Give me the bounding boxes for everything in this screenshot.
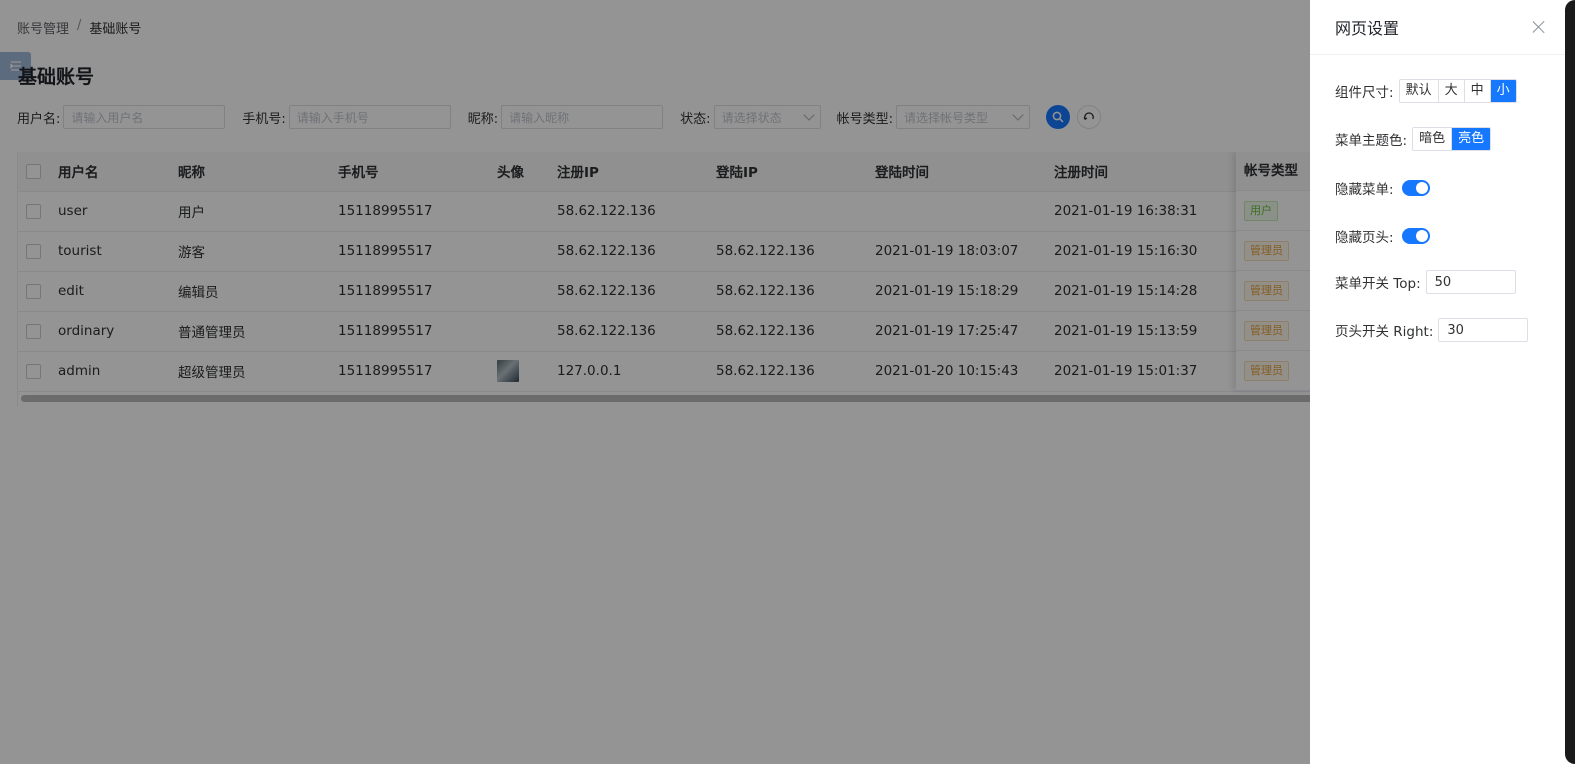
header-switch-right-input[interactable]: 30 <box>1438 318 1529 342</box>
size-option-medium[interactable]: 中 <box>1465 80 1491 102</box>
drawer-title: 网页设置 <box>1335 19 1400 38</box>
drawer-mask[interactable] <box>0 0 1310 764</box>
theme-option-light[interactable]: 亮色 <box>1452 128 1491 150</box>
menu-theme-segmented: 暗色 亮色 <box>1412 127 1492 151</box>
size-option-large[interactable]: 大 <box>1439 80 1465 102</box>
header-switch-right-label: 页头开关 Right: <box>1335 324 1434 340</box>
setting-component-size: 组件尺寸: 默认 大 中 小 <box>1335 79 1517 103</box>
hide-menu-label: 隐藏菜单: <box>1335 182 1394 198</box>
window-edge <box>1565 0 1575 764</box>
setting-menu-theme: 菜单主题色: 暗色 亮色 <box>1335 127 1492 151</box>
setting-hide-header: 隐藏页头: <box>1335 226 1430 246</box>
close-icon[interactable] <box>1531 19 1547 35</box>
menu-switch-top-label: 菜单开关 Top: <box>1335 276 1421 292</box>
hide-header-label: 隐藏页头: <box>1335 230 1394 246</box>
hide-header-switch[interactable] <box>1401 228 1430 244</box>
drawer-header: 网页设置 <box>1310 0 1565 55</box>
settings-drawer: 网页设置 组件尺寸: 默认 大 中 小 菜单主题色: 暗色 亮色 隐藏菜单: 隐… <box>1310 0 1565 764</box>
menu-theme-label: 菜单主题色: <box>1335 133 1408 149</box>
menu-switch-top-value: 50 <box>1434 274 1452 290</box>
component-size-label: 组件尺寸: <box>1335 85 1394 101</box>
size-option-small[interactable]: 小 <box>1490 80 1516 102</box>
menu-switch-top-input[interactable]: 50 <box>1425 270 1516 294</box>
hide-menu-switch[interactable] <box>1401 180 1430 196</box>
setting-menu-switch-top: 菜单开关 Top: 50 <box>1335 270 1516 294</box>
theme-option-dark[interactable]: 暗色 <box>1413 128 1453 150</box>
setting-header-switch-right: 页头开关 Right: 30 <box>1335 318 1529 342</box>
component-size-segmented: 默认 大 中 小 <box>1398 79 1517 103</box>
header-switch-right-value: 30 <box>1447 322 1464 338</box>
size-option-default[interactable]: 默认 <box>1400 80 1439 102</box>
setting-hide-menu: 隐藏菜单: <box>1335 178 1430 198</box>
